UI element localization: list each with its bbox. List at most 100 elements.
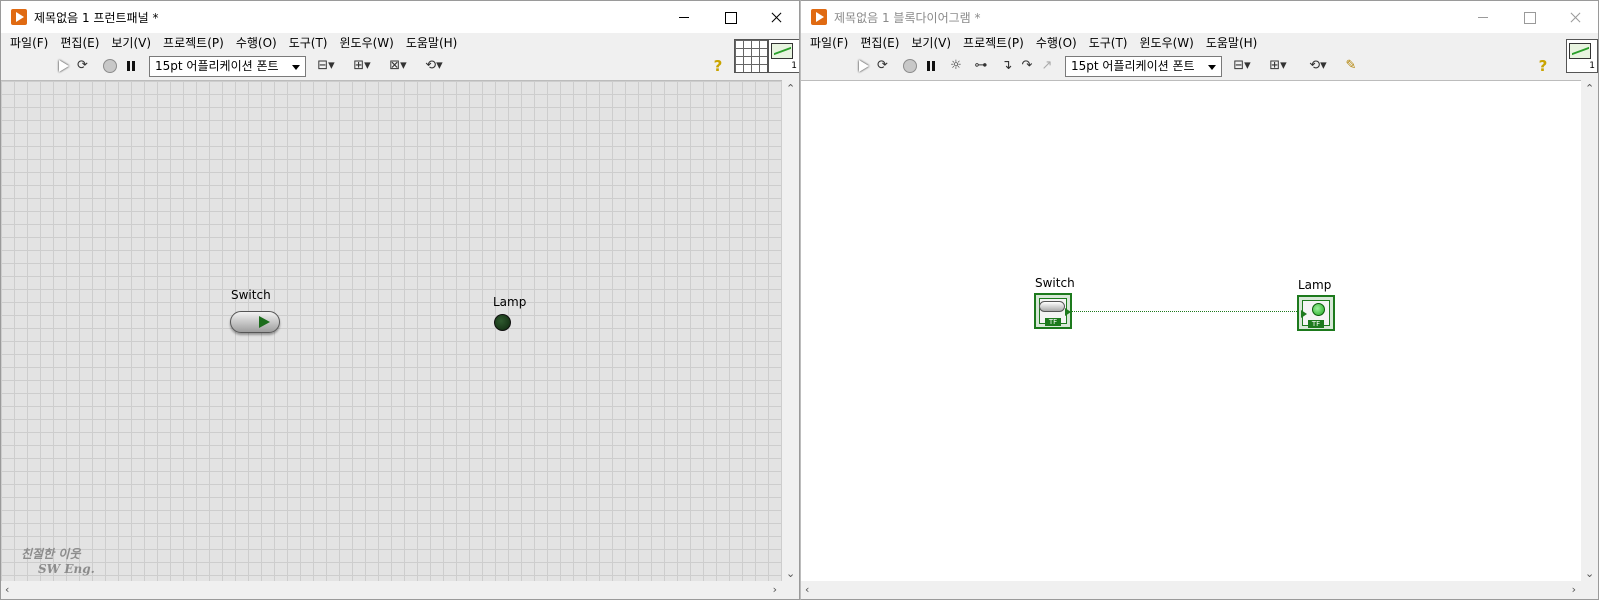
- boolean-type-tag: TF: [1308, 320, 1324, 328]
- distribute-objects-icon[interactable]: ⊞▾: [349, 57, 375, 75]
- maximize-icon[interactable]: [1506, 1, 1552, 33]
- vi-icon-number: 1: [791, 61, 797, 71]
- menu-bar: 파일(F) 편집(E) 보기(V) 프로젝트(P) 수행(O) 도구(T) 윈도…: [801, 33, 1263, 53]
- chevron-down-icon: [292, 65, 300, 70]
- highlight-execution-icon[interactable]: ☼: [949, 57, 963, 75]
- switch-label: Switch: [231, 288, 271, 302]
- pause-icon[interactable]: [125, 57, 137, 75]
- abort-icon[interactable]: [903, 59, 917, 73]
- lamp-label: Lamp: [493, 295, 527, 309]
- close-icon[interactable]: [753, 1, 799, 33]
- menu-view[interactable]: 보기(V): [105, 33, 157, 53]
- switch-control[interactable]: [230, 311, 280, 333]
- clean-up-diagram-icon[interactable]: ✎: [1341, 57, 1361, 75]
- align-objects-icon[interactable]: ⊟▾: [313, 57, 339, 75]
- menu-window[interactable]: 윈도우(W): [333, 33, 399, 53]
- menu-tools[interactable]: 도구(T): [283, 33, 334, 53]
- chevron-down-icon: [1208, 65, 1216, 70]
- switch-glyph-icon: [1039, 301, 1065, 312]
- menu-project[interactable]: 프로젝트(P): [957, 33, 1030, 53]
- font-selector-value: 15pt 어플리케이션 폰트: [1071, 59, 1195, 73]
- reorder-icon[interactable]: ⟲▾: [1305, 57, 1331, 75]
- retain-wire-values-icon[interactable]: ⊶: [973, 57, 989, 75]
- front-panel-titlebar[interactable]: 제목없음 1 프런트패널 *: [1, 1, 799, 33]
- lamp-indicator: [494, 314, 511, 331]
- run-continuously-icon[interactable]: ⟳: [77, 57, 88, 75]
- minimize-icon[interactable]: [661, 1, 707, 33]
- vi-icon[interactable]: 1: [1566, 39, 1598, 73]
- scroll-left-icon[interactable]: ‹: [805, 584, 809, 596]
- menu-help[interactable]: 도움말(H): [1200, 33, 1264, 53]
- watermark-line1: 친절한 이웃: [21, 547, 81, 561]
- window-title: 제목없음 1 블록다이어그램 *: [834, 11, 981, 25]
- align-objects-icon[interactable]: ⊟▾: [1229, 57, 1255, 75]
- lamp-terminal-label: Lamp: [1298, 278, 1332, 292]
- scroll-left-icon[interactable]: ‹: [5, 584, 9, 596]
- menu-help[interactable]: 도움말(H): [400, 33, 464, 53]
- menu-project[interactable]: 프로젝트(P): [157, 33, 230, 53]
- switch-terminal[interactable]: TF: [1034, 293, 1072, 329]
- front-panel-canvas[interactable]: [1, 80, 783, 583]
- step-out-icon[interactable]: ↗: [1039, 57, 1055, 75]
- horizontal-scrollbar[interactable]: ‹ ›: [1, 581, 799, 599]
- menu-edit[interactable]: 편집(E): [854, 33, 905, 53]
- run-continuously-icon[interactable]: ⟳: [877, 57, 888, 75]
- font-selector-value: 15pt 어플리케이션 폰트: [155, 59, 279, 73]
- help-icon[interactable]: ?: [1536, 57, 1550, 75]
- block-diagram-window: 제목없음 1 블록다이어그램 * 파일(F) 편집(E) 보기(V) 프로젝트(…: [800, 0, 1599, 600]
- maximize-icon[interactable]: [707, 1, 753, 33]
- scroll-up-icon[interactable]: ⌃: [1585, 83, 1594, 95]
- scroll-up-icon[interactable]: ⌃: [786, 83, 795, 95]
- menu-bar: 파일(F) 편집(E) 보기(V) 프로젝트(P) 수행(O) 도구(T) 윈도…: [1, 33, 463, 53]
- reorder-icon[interactable]: ⟲▾: [421, 57, 447, 75]
- menu-window[interactable]: 윈도우(W): [1133, 33, 1199, 53]
- minimize-icon[interactable]: [1460, 1, 1506, 33]
- switch-terminal-label: Switch: [1035, 276, 1075, 290]
- scroll-down-icon[interactable]: ⌄: [786, 568, 795, 580]
- vertical-scrollbar[interactable]: ⌃ ⌄: [782, 80, 799, 583]
- abort-icon[interactable]: [103, 59, 117, 73]
- scroll-right-icon[interactable]: ›: [1572, 584, 1576, 596]
- watermark-logo: 친절한 이웃 SW Eng.: [21, 547, 95, 577]
- menu-file[interactable]: 파일(F): [804, 33, 854, 53]
- pause-icon[interactable]: [925, 57, 937, 75]
- connector-pane-icon[interactable]: [734, 39, 768, 73]
- step-over-icon[interactable]: ↷: [1019, 57, 1035, 75]
- run-arrow-icon[interactable]: [55, 57, 71, 75]
- block-diagram-canvas[interactable]: [801, 80, 1582, 583]
- watermark-line2: SW Eng.: [38, 562, 95, 576]
- toolbar: ⟳ 15pt 어플리케이션 폰트 ⊟▾ ⊞▾ ⊠▾ ⟲▾ ?: [1, 53, 799, 79]
- boolean-wire[interactable]: [1070, 311, 1299, 312]
- vi-icon-graph: [771, 43, 793, 59]
- output-arrow-icon: [1065, 308, 1071, 316]
- run-arrow-icon[interactable]: [855, 57, 871, 75]
- scroll-right-icon[interactable]: ›: [773, 584, 777, 596]
- horizontal-scrollbar[interactable]: ‹ ›: [801, 581, 1598, 599]
- toolbar: ⟳ ☼ ⊶ ↴ ↷ ↗ 15pt 어플리케이션 폰트 ⊟▾ ⊞▾ ⟲▾ ✎ ?: [801, 53, 1598, 79]
- vertical-scrollbar[interactable]: ⌃ ⌄: [1581, 80, 1598, 583]
- menu-operate[interactable]: 수행(O): [1030, 33, 1083, 53]
- labview-icon: [811, 9, 827, 25]
- close-icon[interactable]: [1552, 1, 1598, 33]
- font-selector[interactable]: 15pt 어플리케이션 폰트: [1065, 56, 1222, 77]
- vi-icon-graph: [1569, 43, 1591, 59]
- scroll-down-icon[interactable]: ⌄: [1585, 568, 1594, 580]
- menu-tools[interactable]: 도구(T): [1083, 33, 1134, 53]
- block-diagram-titlebar[interactable]: 제목없음 1 블록다이어그램 *: [801, 1, 1598, 33]
- vi-icon[interactable]: 1: [768, 39, 799, 73]
- menu-file[interactable]: 파일(F): [4, 33, 54, 53]
- help-icon[interactable]: ?: [711, 57, 725, 75]
- front-panel-window: 제목없음 1 프런트패널 * 파일(F) 편집(E) 보기(V) 프로젝트(P)…: [0, 0, 800, 600]
- font-selector[interactable]: 15pt 어플리케이션 폰트: [149, 56, 306, 77]
- distribute-objects-icon[interactable]: ⊞▾: [1265, 57, 1291, 75]
- boolean-type-tag: TF: [1045, 318, 1061, 326]
- menu-view[interactable]: 보기(V): [905, 33, 957, 53]
- lamp-glyph-icon: [1312, 303, 1325, 316]
- window-title: 제목없음 1 프런트패널 *: [34, 11, 159, 25]
- lamp-terminal[interactable]: TF: [1297, 295, 1335, 331]
- step-into-icon[interactable]: ↴: [999, 57, 1015, 75]
- menu-operate[interactable]: 수행(O): [230, 33, 283, 53]
- resize-objects-icon[interactable]: ⊠▾: [385, 57, 411, 75]
- menu-edit[interactable]: 편집(E): [54, 33, 105, 53]
- vi-icon-number: 1: [1589, 61, 1595, 71]
